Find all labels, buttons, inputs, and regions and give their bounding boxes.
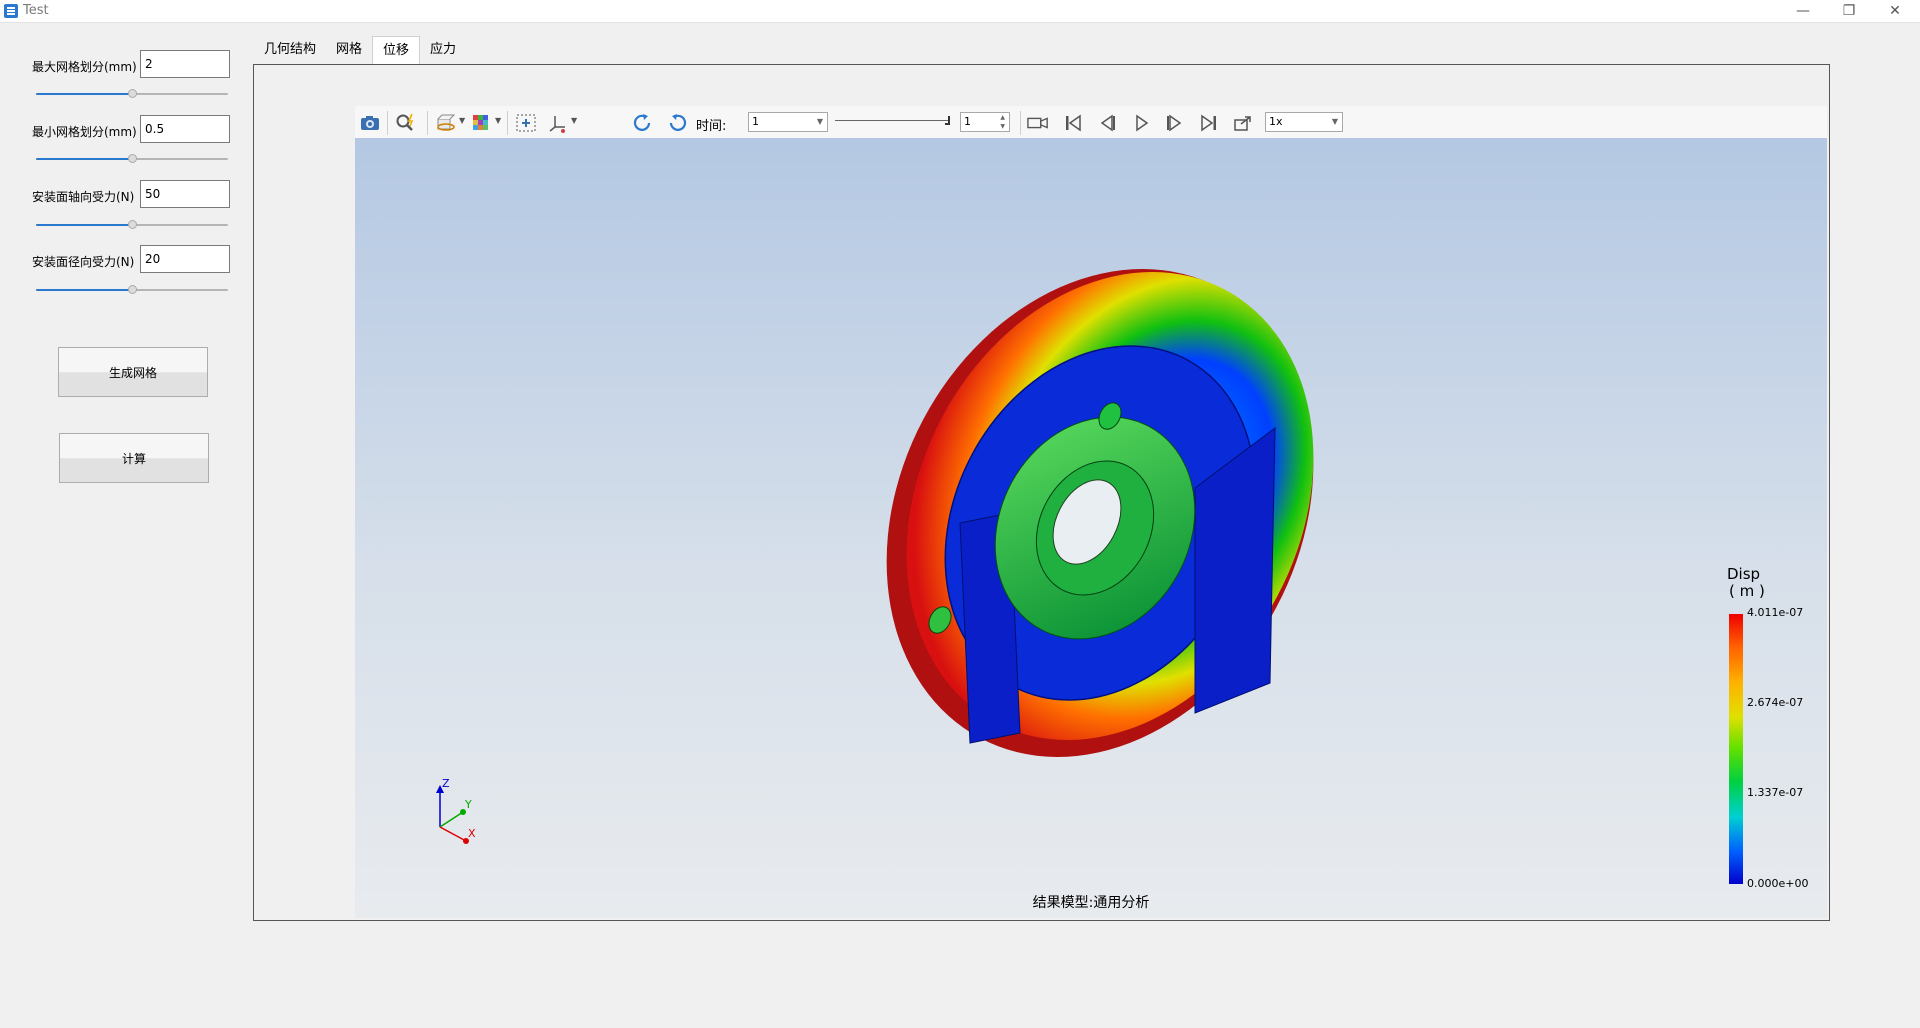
chevron-down-icon[interactable]: ▼ xyxy=(459,116,465,125)
play-icon[interactable] xyxy=(1130,112,1152,134)
legend-quantity: Disp xyxy=(1727,565,1761,583)
legend-value-max: 4.011e-07 xyxy=(1747,606,1804,619)
export-icon[interactable] xyxy=(1232,112,1254,134)
min-mesh-input[interactable]: 0.5 xyxy=(140,115,230,143)
zoom-icon[interactable] xyxy=(395,112,417,134)
legend-value-low: 1.337e-07 xyxy=(1747,786,1804,799)
speed-select-value: 1x xyxy=(1269,115,1283,128)
min-mesh-slider[interactable] xyxy=(36,153,228,165)
chevron-down-icon[interactable]: ▼ xyxy=(495,116,501,125)
tab-mesh[interactable]: 网格 xyxy=(326,36,372,64)
tab-stress[interactable]: 应力 xyxy=(420,36,466,64)
last-frame-icon[interactable] xyxy=(1198,112,1220,134)
axis-y-label: Y xyxy=(464,798,472,811)
axis-triad: Z Y X xyxy=(436,777,476,844)
param-label-radial-force: 安装面径向受力(N) xyxy=(32,255,135,269)
time-select[interactable]: 1 ▼ xyxy=(748,112,828,132)
tab-geometry[interactable]: 几何结构 xyxy=(254,36,326,64)
slider-thumb[interactable] xyxy=(128,154,137,163)
radial-force-input[interactable]: 20 xyxy=(140,245,230,273)
first-frame-icon[interactable] xyxy=(1062,112,1084,134)
compute-button[interactable]: 计算 xyxy=(59,433,209,483)
spin-arrows-icon[interactable]: ▲ ▼ xyxy=(1000,113,1005,131)
chevron-down-icon: ▼ xyxy=(816,117,823,126)
chevron-down-icon[interactable]: ▼ xyxy=(571,116,577,125)
legend-value-min: 0.000e+00 xyxy=(1747,877,1809,890)
color-map-icon[interactable] xyxy=(471,112,493,134)
step-value: 1 xyxy=(964,115,971,128)
speed-select[interactable]: 1x ▼ xyxy=(1265,112,1343,132)
max-mesh-slider[interactable] xyxy=(36,88,228,100)
axis-view-icon[interactable] xyxy=(547,112,569,134)
time-slider[interactable] xyxy=(835,116,950,126)
chevron-down-icon: ▼ xyxy=(1331,117,1338,126)
time-select-value: 1 xyxy=(752,115,759,128)
minimize-button[interactable]: — xyxy=(1780,0,1826,22)
param-label-min-mesh: 最小网格划分(mm) xyxy=(32,125,137,139)
result-model-label: 结果模型:通用分析 xyxy=(1032,895,1150,911)
legend-unit: ( m ) xyxy=(1729,582,1765,600)
next-frame-icon[interactable] xyxy=(1164,112,1186,134)
generate-mesh-button[interactable]: 生成网格 xyxy=(58,347,208,397)
slider-thumb[interactable] xyxy=(128,220,137,229)
param-label-axial-force: 安装面轴向受力(N) xyxy=(32,190,135,204)
displacement-model[interactable] xyxy=(855,248,1335,768)
title-bar: Test — ❐ ✕ xyxy=(0,0,1920,23)
display-mode-icon[interactable] xyxy=(435,112,457,134)
window-title: Test xyxy=(23,3,49,18)
prev-frame-icon[interactable] xyxy=(1096,112,1118,134)
time-label: 时间: xyxy=(696,119,727,134)
camera-icon[interactable] xyxy=(359,112,381,134)
slider-thumb[interactable] xyxy=(945,116,950,125)
slider-thumb[interactable] xyxy=(128,89,137,98)
maximize-button[interactable]: ❐ xyxy=(1826,0,1872,22)
close-button[interactable]: ✕ xyxy=(1872,0,1918,22)
viewer-toolbar: ▼ ▼ ▼ 时间: 1 ▼ 1 ▲ ▼ 1x ▼ xyxy=(355,106,1827,139)
fit-view-icon[interactable] xyxy=(515,112,537,134)
legend-title: Disp ( m ) xyxy=(1727,566,1765,600)
axis-x-label: X xyxy=(468,827,476,840)
app-icon xyxy=(4,4,18,18)
axial-force-slider[interactable] xyxy=(36,219,228,231)
tab-displacement[interactable]: 位移 xyxy=(372,36,421,64)
legend-value-high: 2.674e-07 xyxy=(1747,696,1804,709)
result-viewport[interactable]: Z Y X Disp ( m ) 4.011e-07 2.674e-07 1.3… xyxy=(355,138,1827,918)
record-icon[interactable] xyxy=(1027,112,1049,134)
axial-force-input[interactable]: 50 xyxy=(140,180,230,208)
axis-z-label: Z xyxy=(442,777,450,790)
param-label-max-mesh: 最大网格划分(mm) xyxy=(32,60,137,74)
step-spinbox[interactable]: 1 ▲ ▼ xyxy=(960,112,1010,132)
slider-thumb[interactable] xyxy=(128,285,137,294)
rotate-cw-icon[interactable] xyxy=(632,112,654,134)
tab-bar: 几何结构 网格 位移 应力 xyxy=(254,36,466,64)
color-legend-bar xyxy=(1729,614,1743,884)
max-mesh-input[interactable]: 2 xyxy=(140,50,230,78)
radial-force-slider[interactable] xyxy=(36,284,228,296)
rotate-ccw-icon[interactable] xyxy=(666,112,688,134)
